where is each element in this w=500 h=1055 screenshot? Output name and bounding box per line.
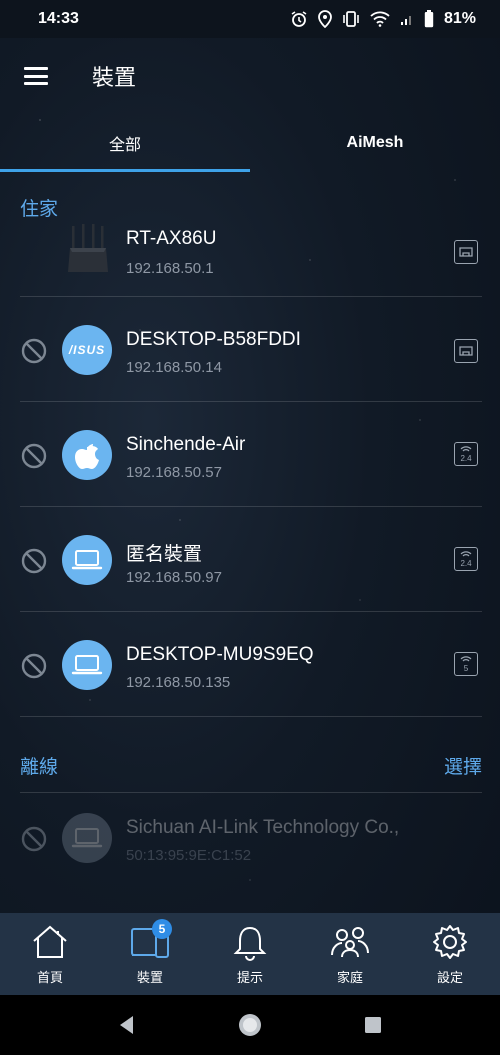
app-bar: 裝置 bbox=[0, 38, 500, 114]
device-name: DESKTOP-MU9S9EQ bbox=[126, 644, 314, 665]
status-bar: 14:33 81% bbox=[0, 0, 500, 38]
section-label-offline: 離線 bbox=[20, 756, 59, 778]
location-icon bbox=[318, 10, 332, 28]
tab-aimesh[interactable]: AiMesh bbox=[250, 114, 500, 172]
router-icon bbox=[68, 224, 108, 272]
device-row[interactable]: 匿名裝置 192.168.50.97 2.4 bbox=[0, 507, 500, 611]
laptop-icon bbox=[62, 813, 112, 863]
family-icon bbox=[331, 927, 369, 958]
battery-icon bbox=[424, 10, 434, 28]
signal-icon bbox=[400, 16, 411, 25]
home-icon bbox=[33, 925, 67, 958]
nav-label: 家庭 bbox=[336, 971, 363, 986]
alarm-icon bbox=[291, 11, 307, 27]
device-ip: 192.168.50.1 bbox=[126, 260, 214, 277]
status-time: 14:33 bbox=[38, 10, 79, 27]
bell-icon bbox=[233, 926, 267, 961]
device-row[interactable]: Sinchende-Air 192.168.50.57 2.4 bbox=[0, 402, 500, 506]
block-icon[interactable] bbox=[20, 652, 48, 680]
home-circle-icon[interactable] bbox=[237, 1012, 263, 1038]
device-row-offline[interactable]: Sichuan AI-Link Technology Co., 50:13:95… bbox=[0, 793, 500, 897]
system-navigation-bar bbox=[0, 995, 500, 1055]
device-name: Sichuan AI-Link Technology Co., bbox=[126, 817, 400, 838]
devices-count-badge: 5 bbox=[152, 919, 172, 939]
wifi-icon bbox=[370, 11, 390, 27]
device-row[interactable]: DESKTOP-MU9S9EQ 192.168.50.135 5 bbox=[0, 612, 500, 716]
nav-label: 提示 bbox=[236, 971, 263, 986]
wifi-5-icon: 5 bbox=[454, 652, 478, 676]
wifi-2.4-icon: 2.4 bbox=[454, 547, 478, 571]
tab-all[interactable]: 全部 bbox=[0, 114, 250, 172]
device-ip: 192.168.50.97 bbox=[126, 569, 222, 586]
wifi-2.4-icon: 2.4 bbox=[454, 442, 478, 466]
nav-label: 首頁 bbox=[36, 971, 63, 986]
tab-bar: 全部 AiMesh bbox=[0, 114, 500, 172]
back-icon[interactable] bbox=[117, 1014, 137, 1036]
device-name: 匿名裝置 bbox=[126, 544, 203, 565]
block-icon[interactable] bbox=[20, 825, 48, 853]
device-ip: 192.168.50.57 bbox=[126, 464, 222, 481]
recents-icon[interactable] bbox=[363, 1015, 383, 1035]
nav-family[interactable]: 家庭 bbox=[300, 913, 400, 995]
asus-logo-icon: /ISUS bbox=[62, 325, 112, 375]
block-icon[interactable] bbox=[20, 547, 48, 575]
ethernet-icon bbox=[454, 339, 478, 363]
device-ip: 192.168.50.135 bbox=[126, 674, 231, 691]
nav-home[interactable]: 首頁 bbox=[0, 913, 100, 995]
nav-label: 裝置 bbox=[136, 971, 163, 986]
bottom-navigation: 首頁 5 裝置 提示 家庭 設定 bbox=[0, 913, 500, 995]
gear-icon bbox=[433, 925, 467, 959]
vibrate-icon bbox=[343, 11, 359, 27]
device-mac: 50:13:95:9E:C1:52 bbox=[126, 847, 252, 864]
device-name: Sinchende-Air bbox=[126, 434, 246, 455]
device-row[interactable]: /ISUS DESKTOP-B58FDDI 192.168.50.14 bbox=[0, 297, 500, 401]
device-name: DESKTOP-B58FDDI bbox=[126, 329, 301, 350]
device-ip: 192.168.50.14 bbox=[126, 359, 222, 376]
nav-settings[interactable]: 設定 bbox=[400, 913, 500, 995]
page-title: 裝置 bbox=[92, 66, 137, 91]
device-name: RT-AX86U bbox=[126, 228, 217, 249]
laptop-icon bbox=[62, 535, 112, 585]
battery-percent: 81% bbox=[443, 10, 476, 27]
row-divider bbox=[20, 716, 482, 717]
nav-label: 設定 bbox=[436, 971, 463, 986]
select-button[interactable]: 選擇 bbox=[444, 752, 482, 779]
nav-notifications[interactable]: 提示 bbox=[200, 913, 300, 995]
ethernet-icon bbox=[454, 240, 478, 264]
laptop-icon bbox=[62, 640, 112, 690]
nav-devices[interactable]: 5 裝置 bbox=[100, 913, 200, 995]
block-icon[interactable] bbox=[20, 337, 48, 365]
block-icon[interactable] bbox=[20, 442, 48, 470]
hamburger-menu-icon[interactable] bbox=[24, 67, 48, 85]
apple-icon bbox=[62, 430, 112, 480]
